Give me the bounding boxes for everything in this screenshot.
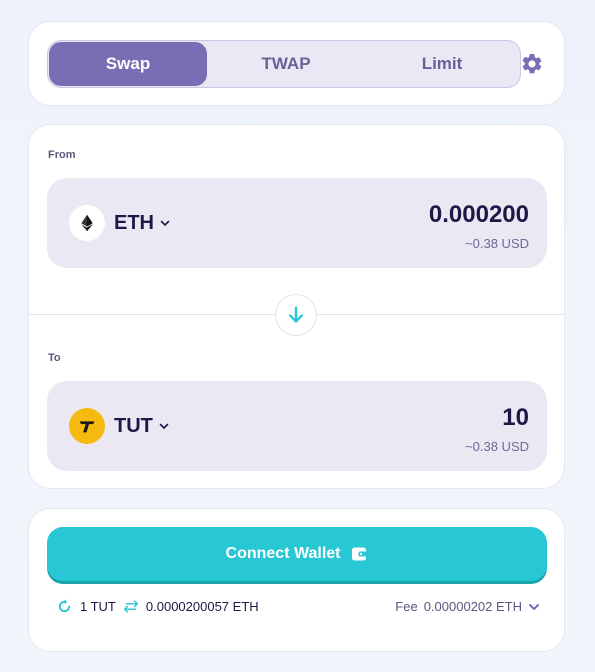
switch-direction-button[interactable] xyxy=(275,294,317,336)
refresh-icon[interactable] xyxy=(57,599,72,614)
to-usd-value: ~0.38 USD xyxy=(465,439,529,454)
tab-limit[interactable]: Limit xyxy=(364,41,520,87)
tab-twap[interactable]: TWAP xyxy=(208,41,364,87)
to-token-box: TUT 10 ~0.38 USD xyxy=(47,381,547,471)
ethereum-icon xyxy=(69,205,105,241)
tab-swap[interactable]: Swap xyxy=(49,42,207,86)
fee-value: 0.00000202 ETH xyxy=(423,599,522,614)
from-amount[interactable]: 0.000200 xyxy=(429,201,529,229)
mode-tab-bar: Swap TWAP Limit xyxy=(47,40,521,88)
rate-from: 1 TUT xyxy=(80,599,116,614)
exchange-rate: 1 TUT 0.0000200057 ETH xyxy=(57,599,259,614)
to-token-symbol: TUT xyxy=(114,414,153,437)
from-label: From xyxy=(48,149,76,161)
to-amount[interactable]: 10 xyxy=(502,404,529,432)
gear-icon[interactable] xyxy=(520,52,544,76)
chevron-down-icon xyxy=(159,423,169,430)
arrow-down-icon xyxy=(288,306,304,323)
chevron-down-icon xyxy=(529,603,539,610)
fee-label: Fee xyxy=(395,599,418,614)
from-token-select[interactable]: ETH xyxy=(69,205,170,241)
wallet-card: Connect Wallet 1 TUT 0.0000200057 ETH Fe… xyxy=(28,508,565,652)
connect-wallet-label: Connect Wallet xyxy=(225,545,341,562)
swap-arrows-icon[interactable] xyxy=(122,600,140,613)
from-usd-value: ~0.38 USD xyxy=(465,236,529,251)
connect-wallet-button[interactable]: Connect Wallet xyxy=(47,527,547,581)
rate-to: 0.0000200057 ETH xyxy=(145,599,259,614)
chevron-down-icon xyxy=(160,220,170,227)
from-token-box: ETH 0.000200 ~0.38 USD xyxy=(47,178,547,268)
tut-token-icon xyxy=(69,408,105,444)
to-token-select[interactable]: TUT xyxy=(69,408,169,444)
to-label: To xyxy=(48,352,61,364)
mode-tabs-card: Swap TWAP Limit xyxy=(28,21,565,106)
wallet-icon xyxy=(352,547,367,561)
from-token-symbol: ETH xyxy=(114,211,154,234)
swap-card: From ETH 0.000200 ~0.38 USD To TUT 10 ~0… xyxy=(28,124,565,489)
fee-dropdown[interactable]: Fee 0.00000202 ETH xyxy=(395,599,540,614)
